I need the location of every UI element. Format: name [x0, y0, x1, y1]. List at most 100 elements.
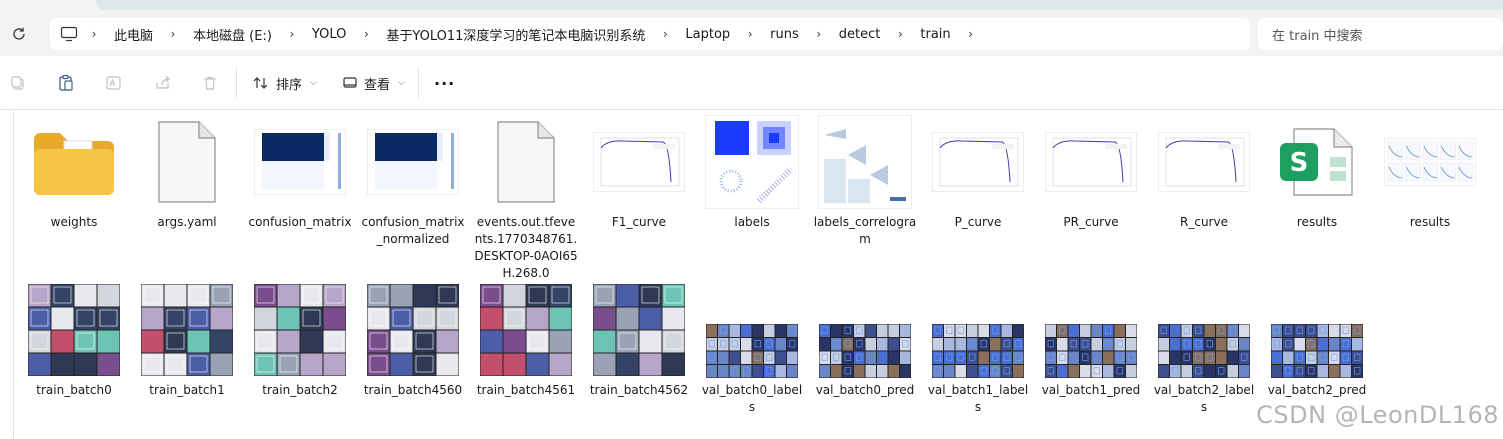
chevron-right-icon[interactable]: › [78, 27, 110, 41]
chevron-right-icon[interactable]: › [884, 27, 916, 41]
file-item[interactable]: confusion_matrix_normalized [361, 114, 465, 248]
breadcrumb-label: 本地磁盘 (E:) [193, 28, 272, 44]
chevron-right-icon[interactable]: › [276, 27, 308, 41]
file-item[interactable]: PR_curve [1039, 114, 1143, 231]
folder-icon [26, 114, 122, 210]
image-thumbnail [704, 114, 800, 210]
file-name: val_batch1_labels [927, 383, 1029, 414]
address-row: › 此电脑 › 本地磁盘 (E:) › YOLO › 基于YOLO11深度学习的笔记本电脑识别… [0, 14, 1503, 56]
refresh-icon[interactable] [8, 23, 30, 45]
image-thumbnail [817, 114, 913, 210]
file-item[interactable]: train_batch4560 [361, 282, 465, 399]
file-name: results [1296, 215, 1338, 229]
breadcrumb-label: YOLO [311, 26, 347, 42]
chevron-down-icon: ⌵ [310, 78, 317, 88]
paste-button[interactable] [58, 70, 74, 96]
trash-icon [202, 75, 218, 91]
file-name: confusion_matrix [248, 215, 352, 229]
image-thumbnail [139, 282, 235, 378]
file-item[interactable]: F1_curve [587, 114, 691, 231]
file-item[interactable]: val_batch2_labels [1152, 282, 1256, 416]
file-item[interactable]: labels [700, 114, 804, 231]
breadcrumb-label: 基于YOLO11深度学习的笔记本电脑识别系统 [386, 28, 646, 44]
file-item[interactable]: confusion_matrix [248, 114, 352, 231]
image-thumbnail [704, 282, 800, 378]
file-item[interactable]: train_batch0 [22, 282, 126, 399]
breadcrumb-label: detect [838, 26, 881, 42]
search-placeholder: 在 train 中搜索 [1272, 28, 1363, 44]
image-thumbnail [365, 282, 461, 378]
breadcrumb-label: train [920, 26, 951, 42]
file-item[interactable]: val_batch0_pred [813, 282, 917, 399]
file-name: P_curve [954, 215, 1002, 229]
share-button[interactable] [154, 70, 172, 96]
delete-button[interactable] [202, 70, 218, 96]
file-name: args.yaml [157, 215, 217, 229]
chevron-right-icon[interactable]: › [803, 27, 835, 41]
file-item[interactable]: val_batch1_labels [926, 282, 1030, 416]
rename-button[interactable] [106, 70, 124, 96]
file-item[interactable]: train_batch4561 [474, 282, 578, 399]
file-item[interactable]: Sresults [1265, 114, 1369, 231]
file-item[interactable]: args.yaml [135, 114, 239, 231]
search-box[interactable]: 在 train 中搜索 [1258, 18, 1503, 50]
title-strip [0, 0, 1503, 14]
file-name: val_batch2_pred [1267, 383, 1367, 397]
file-item[interactable]: train_batch2 [248, 282, 352, 399]
file-item[interactable]: val_batch0_labels [700, 282, 804, 416]
file-name: PR_curve [1063, 215, 1119, 229]
more-options-button[interactable]: ··· [434, 70, 455, 96]
chevron-right-icon[interactable]: › [955, 27, 987, 41]
image-thumbnail [1043, 282, 1139, 378]
image-thumbnail [26, 282, 122, 378]
breadcrumb-item[interactable]: › YOLO [276, 27, 350, 42]
breadcrumb-item[interactable]: › train [884, 27, 954, 42]
breadcrumb-item[interactable]: › detect [803, 27, 885, 42]
file-item[interactable]: train_batch4562 [587, 282, 691, 399]
sort-button[interactable]: 排序 ⌵ [252, 70, 317, 96]
share-icon [154, 75, 172, 91]
image-thumbnail [930, 282, 1026, 378]
breadcrumb-item[interactable]: › 基于YOLO11深度学习的笔记本电脑识别系统 [350, 25, 649, 44]
chevron-right-icon[interactable]: › [350, 27, 382, 41]
file-name: train_batch1 [149, 383, 225, 397]
file-name: F1_curve [611, 215, 667, 229]
file-name: val_batch0_labels [701, 383, 803, 414]
image-thumbnail [1382, 114, 1478, 210]
copy-button[interactable] [10, 70, 26, 96]
file-item[interactable]: val_batch2_pred [1265, 282, 1369, 399]
file-name: train_batch4560 [363, 383, 463, 397]
file-item[interactable]: train_batch1 [135, 282, 239, 399]
breadcrumb-item[interactable]: › runs [734, 27, 803, 42]
image-thumbnail [365, 114, 461, 210]
computer-icon [60, 26, 78, 42]
chevron-right-icon[interactable]: › [649, 27, 681, 41]
breadcrumb-item[interactable]: › Laptop [649, 27, 734, 42]
command-bar: 排序 ⌵ 查看 ⌵ ··· [0, 56, 1503, 110]
chevron-down-icon: ⌵ [398, 78, 405, 88]
file-name: train_batch2 [262, 383, 338, 397]
file-item[interactable]: events.out.tfevents.1770348761.DESKTOP-0… [474, 114, 578, 282]
breadcrumb-item[interactable]: › 本地磁盘 (E:) [157, 25, 276, 44]
chevron-right-icon[interactable]: › [157, 27, 189, 41]
file-item[interactable]: labels_correlogram [813, 114, 917, 248]
image-thumbnail [1156, 282, 1252, 378]
file-item[interactable]: P_curve [926, 114, 1030, 231]
view-button[interactable]: 查看 ⌵ [342, 70, 405, 96]
file-item[interactable]: val_batch1_pred [1039, 282, 1143, 399]
breadcrumb-item[interactable]: › 此电脑 [78, 25, 157, 44]
document-icon [139, 114, 235, 210]
image-thumbnail [252, 282, 348, 378]
file-name: val_batch2_labels [1153, 383, 1255, 414]
file-item[interactable]: results [1378, 114, 1482, 231]
image-thumbnail [591, 114, 687, 210]
tab-edge [96, 0, 1503, 10]
sort-label: 排序 [276, 77, 303, 93]
address-bar[interactable]: › 此电脑 › 本地磁盘 (E:) › YOLO › 基于YOLO11深度学习的笔记本电脑识别… [50, 18, 1250, 50]
chevron-right-icon[interactable]: › [734, 27, 766, 41]
file-item[interactable]: R_curve [1152, 114, 1256, 231]
file-name: labels [734, 215, 770, 229]
file-name: weights [50, 215, 98, 229]
file-name: results [1409, 215, 1451, 229]
file-item[interactable]: weights [22, 114, 126, 231]
